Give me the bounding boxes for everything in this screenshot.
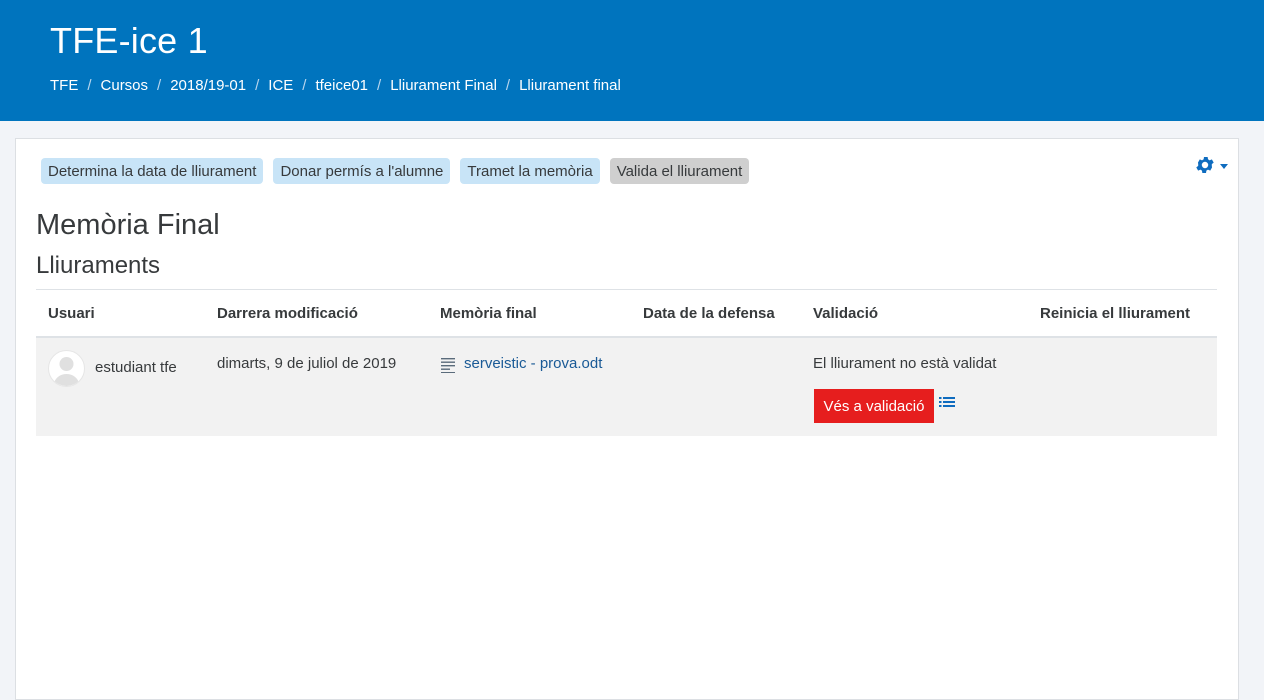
settings-menu[interactable] xyxy=(1194,154,1228,176)
last-modified-date: dimarts, 9 de juliol de 2019 xyxy=(217,355,397,372)
user-name-link[interactable]: estudiant tfe xyxy=(95,359,177,376)
gear-icon xyxy=(1196,157,1214,173)
column-header-validation[interactable]: Validació xyxy=(813,305,878,322)
page-title: Memòria Final xyxy=(36,209,220,241)
table-row: estudiant tfe dimarts, 9 de juliol de 20… xyxy=(36,338,1217,436)
breadcrumb-item-activity[interactable]: Lliurament final xyxy=(519,77,621,94)
breadcrumb-item-term[interactable]: 2018/19-01 xyxy=(170,77,246,94)
validate-delivery-button[interactable]: Valida el lliurament xyxy=(609,158,750,184)
submit-memory-button[interactable]: Tramet la memòria xyxy=(460,158,600,184)
workflow-steps: Determina la data de lliurament Donar pe… xyxy=(41,158,750,184)
breadcrumb-separator: / xyxy=(505,77,511,94)
chevron-down-icon xyxy=(1220,163,1228,169)
breadcrumb-separator: / xyxy=(302,77,307,94)
avatar[interactable] xyxy=(48,350,85,387)
list-icon[interactable] xyxy=(939,396,955,414)
column-header-reset[interactable]: Reinicia el lliurament xyxy=(1040,305,1190,322)
breadcrumb-item-cursos[interactable]: Cursos xyxy=(101,77,149,94)
breadcrumb-item-course[interactable]: tfeice01 xyxy=(315,77,368,94)
breadcrumb-item-tfe[interactable]: TFE xyxy=(50,77,78,94)
submitted-file-link[interactable]: serveistic - prova.odt xyxy=(464,355,602,372)
section-title: Lliuraments xyxy=(36,252,161,279)
breadcrumb: TFE / Cursos / 2018/19-01 / ICE / tfeice… xyxy=(50,77,621,94)
breadcrumb-item-ice[interactable]: ICE xyxy=(268,77,293,94)
breadcrumb-separator: / xyxy=(377,77,382,94)
set-date-button[interactable]: Determina la data de lliurament xyxy=(41,158,264,184)
main-panel: Determina la data de lliurament Donar pe… xyxy=(15,138,1239,700)
grant-permission-button[interactable]: Donar permís a l'alumne xyxy=(273,158,451,184)
page-header: TFE-ice 1 TFE / Cursos / 2018/19-01 / IC… xyxy=(0,0,1264,121)
breadcrumb-item-section[interactable]: Lliurament Final xyxy=(390,77,497,94)
go-to-validation-button[interactable]: Vés a validació xyxy=(814,389,934,423)
user-avatar-icon xyxy=(53,357,80,386)
column-header-user[interactable]: Usuari xyxy=(48,305,95,322)
validation-status: El lliurament no està validat xyxy=(813,355,997,372)
breadcrumb-separator: / xyxy=(157,77,162,94)
table-header: Usuari Darrera modificació Memòria final… xyxy=(36,290,1217,338)
document-lines-icon xyxy=(440,356,457,377)
site-title: TFE-ice 1 xyxy=(50,20,208,61)
breadcrumb-separator: / xyxy=(255,77,260,94)
column-header-last-modified[interactable]: Darrera modificació xyxy=(217,305,358,322)
breadcrumb-separator: / xyxy=(87,77,92,94)
column-header-final-memory[interactable]: Memòria final xyxy=(440,305,537,322)
column-header-defense-date[interactable]: Data de la defensa xyxy=(643,305,775,322)
